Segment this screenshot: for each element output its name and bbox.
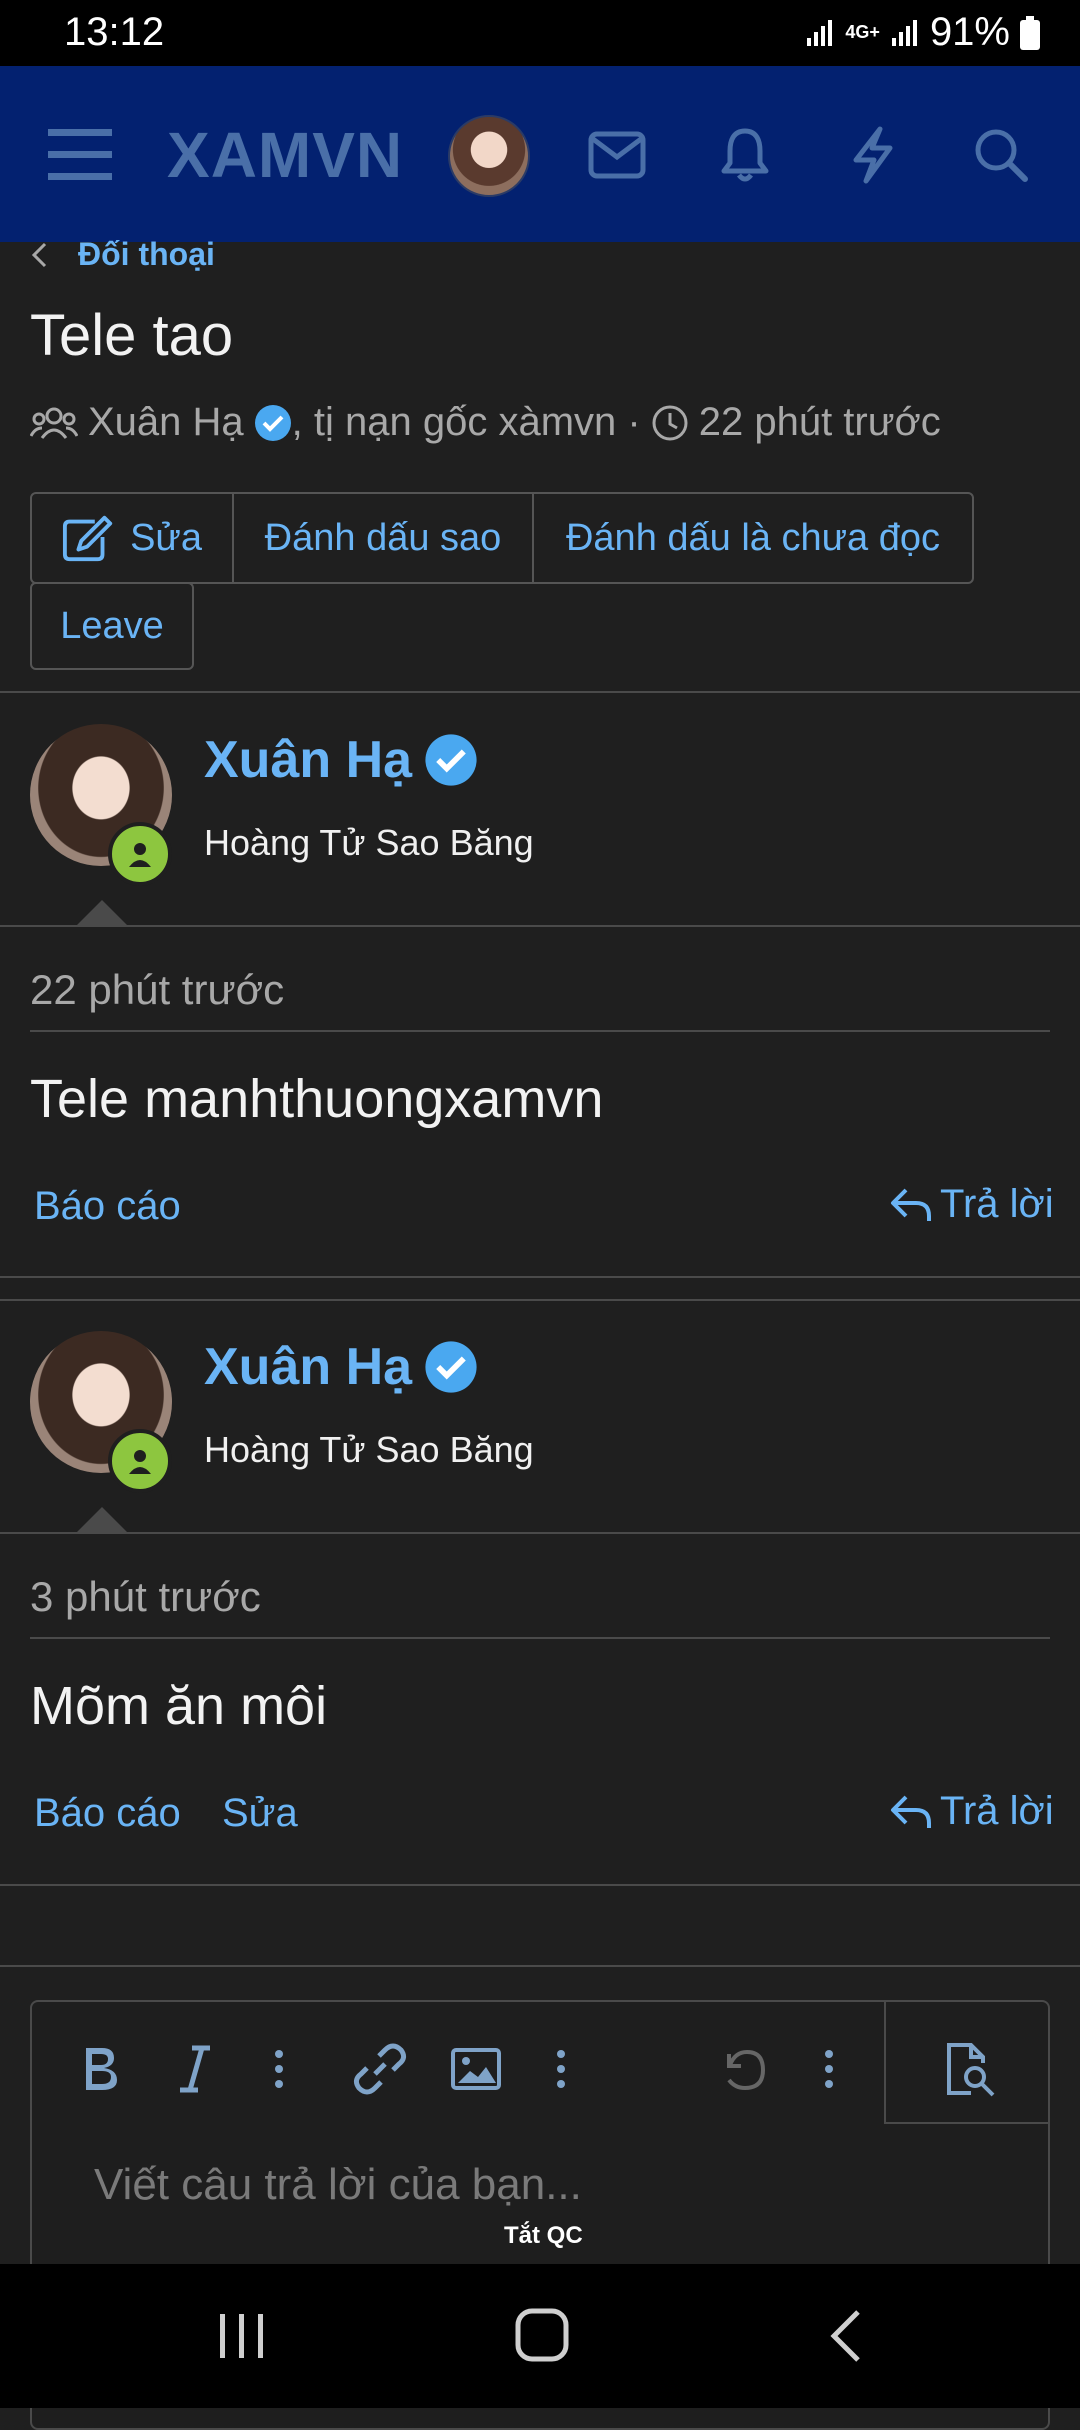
mark-unread-button[interactable]: Đánh dấu là chưa đọc (534, 494, 972, 582)
report-link[interactable]: Báo cáo (34, 1184, 181, 1229)
edit-link[interactable]: Sửa (222, 1791, 298, 1836)
more-options-icon[interactable] (546, 2036, 576, 2102)
reply-label: Trả lời (940, 1182, 1054, 1226)
divider (0, 1532, 1080, 1534)
divider (0, 925, 1080, 927)
message-time[interactable]: 3 phút trước (30, 1573, 261, 1621)
user-icon (129, 843, 151, 867)
edit-label: Sửa (130, 516, 202, 559)
divider (30, 1030, 1050, 1032)
breadcrumb-label[interactable]: Đối thoại (78, 236, 215, 273)
conversation-meta: Xuân Hạ , tị nạn gốc xàmvn · 22 phút trư… (30, 400, 941, 445)
image-icon[interactable] (446, 2036, 506, 2102)
page-title: Tele tao (30, 303, 234, 368)
preview-icon[interactable] (934, 2036, 1004, 2102)
bell-icon[interactable] (700, 110, 790, 200)
star-label: Đánh dấu sao (264, 516, 502, 559)
status-icons: 4G+ 91% (805, 10, 1040, 55)
undo-icon[interactable] (714, 2036, 774, 2102)
ad-toggle-label[interactable]: Tắt QC (504, 2222, 583, 2250)
user-avatar[interactable] (448, 115, 530, 197)
verified-badge-icon (254, 404, 291, 441)
reply-icon (891, 1188, 931, 1221)
reply-link[interactable]: Trả lời (890, 1182, 1054, 1227)
signal-icon (807, 19, 833, 46)
report-link[interactable]: Báo cáo (34, 1791, 181, 1836)
link-icon[interactable] (350, 2036, 410, 2102)
message-pointer (76, 1507, 128, 1533)
italic-icon[interactable] (164, 2036, 224, 2102)
reply-icon (891, 1795, 931, 1828)
verified-badge-icon (425, 734, 477, 786)
participant-link[interactable]: Xuân Hạ (88, 400, 244, 445)
back-icon[interactable] (828, 2308, 864, 2369)
author-name[interactable]: Xuân Hạ (204, 1337, 412, 1397)
users-icon (30, 407, 78, 439)
message-author[interactable]: Xuân Hạ (204, 1337, 478, 1397)
search-icon[interactable] (956, 110, 1046, 200)
menu-icon[interactable] (36, 110, 126, 200)
network-type: 4G+ (845, 22, 880, 42)
reply-placeholder[interactable]: Viết câu trả lời của bạn... (94, 2160, 582, 2210)
message-body: Mõm ăn môi (30, 1676, 328, 1736)
message-author[interactable]: Xuân Hạ (204, 730, 478, 790)
system-nav-bar (0, 2264, 1080, 2408)
conversation-actions: Sửa Đánh dấu sao Đánh dấu là chưa đọc (30, 492, 974, 584)
user-icon (129, 1450, 151, 1474)
star-button[interactable]: Đánh dấu sao (234, 494, 534, 582)
more-options-icon[interactable] (814, 2036, 844, 2102)
recent-apps-icon[interactable] (218, 2308, 266, 2369)
message-body: Tele manhthuongxamvn (30, 1069, 604, 1129)
battery-percent: 91% (929, 10, 1010, 54)
chevron-left-icon (31, 242, 47, 267)
author-name[interactable]: Xuân Hạ (204, 730, 412, 790)
leave-button[interactable]: Leave (30, 582, 194, 670)
signal-icon-2 (891, 19, 917, 46)
status-time: 13:12 (64, 10, 165, 54)
reply-label: Trả lời (940, 1789, 1054, 1833)
bolt-icon[interactable] (828, 110, 918, 200)
divider (0, 691, 1080, 693)
participants-rest: , tị nạn gốc xàmvn · (291, 400, 641, 444)
more-options-icon[interactable] (264, 2036, 294, 2102)
leave-label: Leave (60, 604, 164, 647)
message-time[interactable]: 22 phút trước (30, 966, 284, 1014)
reply-link[interactable]: Trả lời (890, 1789, 1054, 1834)
unread-label: Đánh dấu là chưa đọc (565, 516, 941, 559)
divider (0, 1965, 1080, 1967)
user-title: Hoàng Tử Sao Băng (204, 822, 534, 863)
divider (0, 1276, 1080, 1278)
mail-icon[interactable] (572, 110, 662, 200)
site-logo[interactable]: XAMVN (167, 118, 403, 192)
clock-icon (652, 405, 688, 440)
breadcrumb[interactable]: Đối thoại (30, 236, 215, 273)
divider (30, 1637, 1050, 1639)
user-title: Hoàng Tử Sao Băng (204, 1429, 534, 1470)
edit-button[interactable]: Sửa (32, 494, 234, 582)
online-indicator (108, 822, 172, 886)
verified-badge-icon (425, 1341, 477, 1393)
conversation-time: 22 phút trước (698, 400, 941, 444)
divider (0, 1884, 1080, 1886)
divider (0, 1299, 1080, 1301)
battery-icon (1020, 15, 1040, 50)
home-icon[interactable] (514, 2306, 570, 2369)
bold-icon[interactable] (70, 2036, 130, 2102)
status-bar: 13:12 4G+ 91% (0, 0, 1080, 66)
edit-icon (62, 515, 113, 562)
message-pointer (76, 900, 128, 926)
online-indicator (108, 1429, 172, 1493)
app-header: XAMVN (0, 66, 1080, 242)
